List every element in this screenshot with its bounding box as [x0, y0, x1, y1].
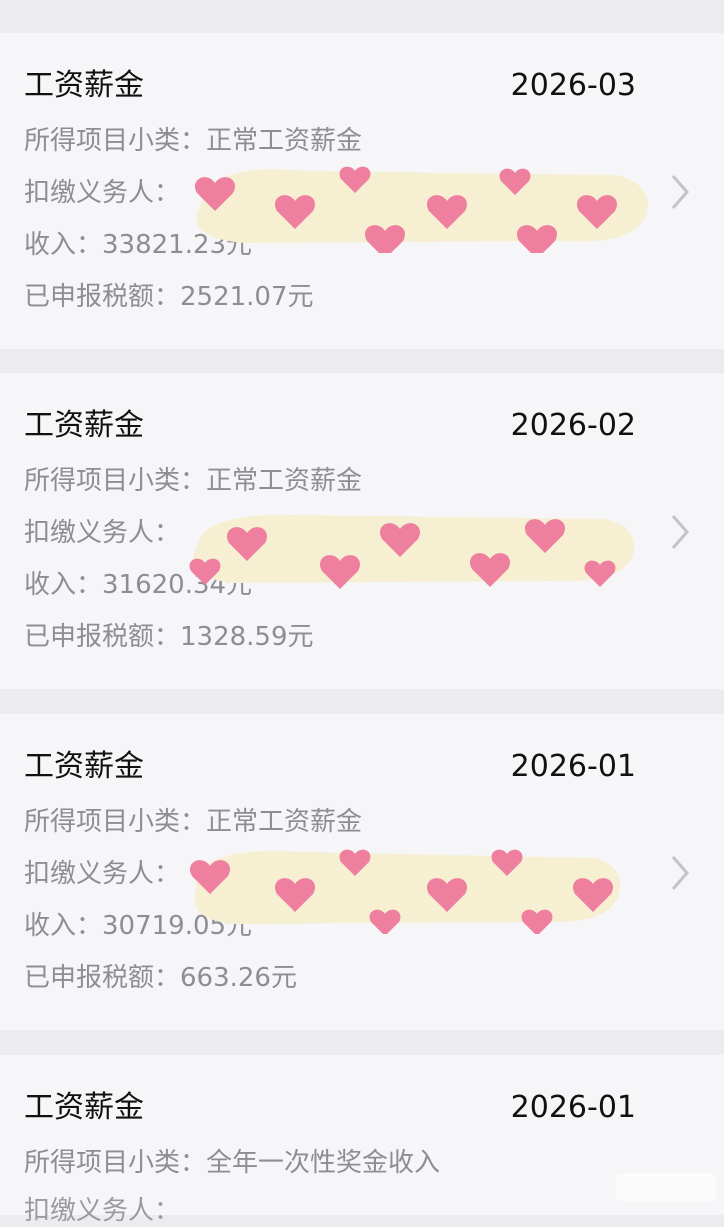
chevron-right-icon[interactable]	[666, 512, 694, 552]
tax-record-card[interactable]: 工资薪金 2026-02 所得项目小类：正常工资薪金 扣缴义务人： 收入：316…	[0, 373, 724, 689]
declared-tax-text: 已申报税额：663.26元	[24, 963, 297, 993]
income-type-title: 工资薪金	[24, 1090, 144, 1125]
tax-record-card[interactable]: 工资薪金 2026-01 所得项目小类：正常工资薪金 扣缴义务人： 收入：307…	[0, 714, 724, 1030]
period-date: 2026-01	[510, 1090, 636, 1125]
period-date: 2026-02	[510, 408, 636, 443]
withholder-label: 扣缴义务人：	[24, 518, 181, 548]
subcategory-text: 所得项目小类：全年一次性奖金收入	[24, 1148, 441, 1178]
withholder-label: 扣缴义务人：	[24, 178, 181, 208]
income-type-title: 工资薪金	[24, 749, 144, 784]
declared-tax-text: 已申报税额：1328.59元	[24, 622, 314, 652]
chevron-right-icon[interactable]	[666, 853, 694, 893]
chevron-right-icon[interactable]	[666, 172, 694, 212]
tax-record-card[interactable]: 工资薪金 2026-03 所得项目小类：正常工资薪金 扣缴义务人： 收入：338…	[0, 33, 724, 349]
income-type-title: 工资薪金	[24, 68, 144, 103]
top-divider	[0, 0, 724, 10]
withholder-label: 扣缴义务人：	[24, 1196, 181, 1226]
income-type-title: 工资薪金	[24, 408, 144, 443]
heart-sticker-redaction	[194, 166, 648, 253]
heart-sticker-redaction	[189, 849, 620, 934]
heart-sticker-redaction	[189, 514, 635, 589]
period-date: 2026-01	[510, 749, 636, 784]
watermark	[616, 1173, 716, 1201]
declared-tax-text: 已申报税额：2521.07元	[24, 282, 314, 312]
period-date: 2026-03	[510, 68, 636, 103]
withholder-label: 扣缴义务人：	[24, 859, 181, 889]
